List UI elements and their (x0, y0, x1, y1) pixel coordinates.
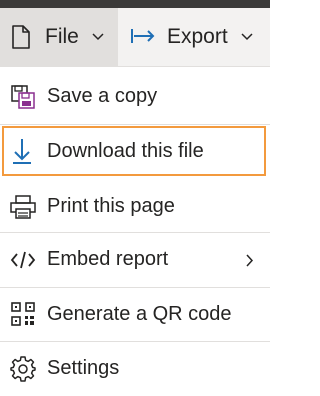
export-menu-button[interactable]: Export (118, 8, 270, 66)
menu-item-generate-qr-code[interactable]: Generate a QR code (0, 288, 270, 342)
chevron-down-icon (92, 33, 104, 41)
chevron-down-icon (241, 33, 253, 41)
menu-item-settings[interactable]: Settings (0, 342, 270, 396)
menu-item-label: Save a copy (47, 85, 158, 107)
qr-code-icon (11, 302, 35, 326)
menu-item-embed-report[interactable]: Embed report (0, 233, 270, 287)
save-copy-icon (11, 85, 35, 109)
file-menu-label: File (45, 25, 79, 48)
menu-item-save-a-copy[interactable]: Save a copy (0, 70, 270, 124)
code-icon (10, 251, 36, 269)
document-icon (12, 25, 30, 49)
toolbar: File Export (0, 8, 270, 67)
top-strip (0, 0, 270, 8)
menu-item-label: Generate a QR code (47, 303, 232, 325)
highlight-box (2, 126, 266, 176)
export-arrow-icon (131, 29, 155, 43)
chevron-right-icon (246, 254, 254, 267)
gear-icon (10, 356, 36, 382)
menu-item-label: Settings (47, 357, 120, 379)
menu-item-label: Print this page (47, 195, 175, 217)
menu-item-label: Embed report (47, 248, 169, 270)
menu-item-print-this-page[interactable]: Print this page (0, 180, 270, 234)
file-dropdown-menu: Save a copy Download this file Print thi… (0, 70, 270, 396)
file-menu-button[interactable]: File (0, 8, 118, 66)
printer-icon (10, 195, 36, 219)
export-menu-label: Export (167, 25, 228, 48)
